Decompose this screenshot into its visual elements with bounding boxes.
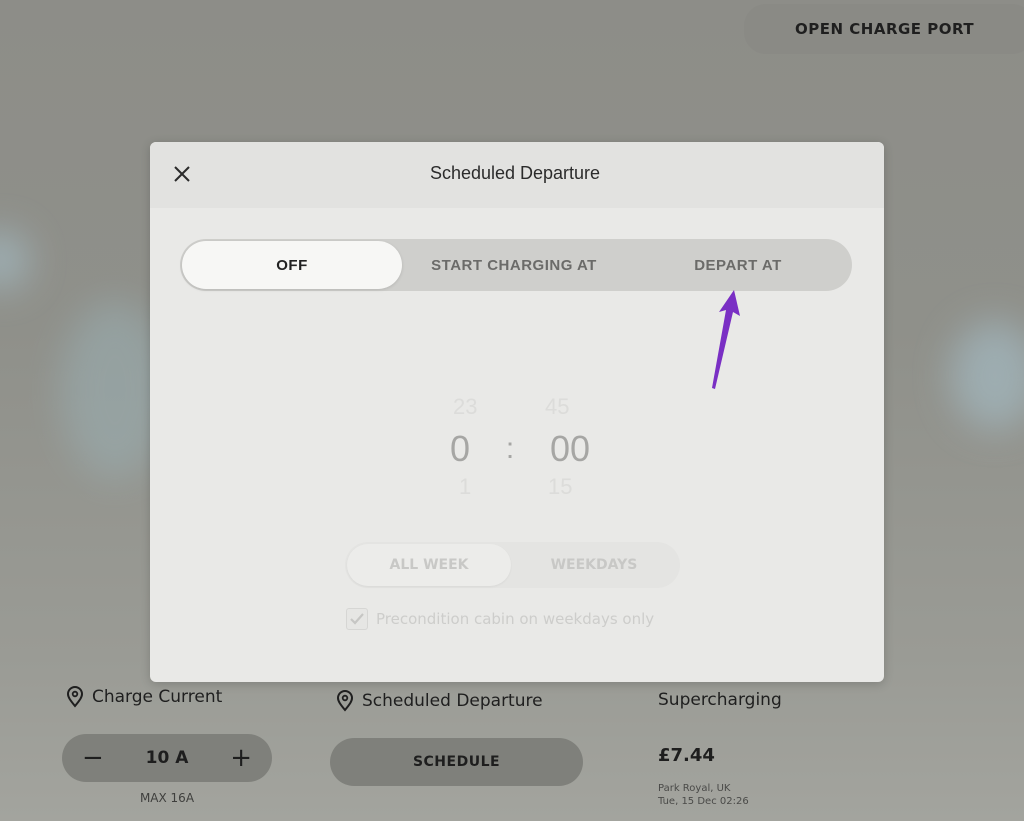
mode-option-off[interactable]: OFF <box>182 241 402 289</box>
max-current-label: MAX 16A <box>139 791 195 805</box>
precondition-label: Precondition cabin on weekdays only <box>376 610 655 628</box>
day-selector: ALL WEEK WEEKDAYS <box>345 542 680 588</box>
minute-value[interactable]: 00 <box>550 428 590 470</box>
modal-title: Scheduled Departure <box>429 163 601 183</box>
scheduled-departure-section: Scheduled Departure <box>336 690 543 712</box>
minute-next: 15 <box>548 474 573 499</box>
hour-next: 1 <box>459 474 472 499</box>
checkmark-icon <box>350 613 364 625</box>
open-charge-port-button[interactable]: OPEN CHARGE PORT <box>744 4 1024 54</box>
departure-mode-selector: OFF START CHARGING AT DEPART AT <box>180 239 852 291</box>
day-option-weekdays[interactable]: WEEKDAYS <box>511 544 677 586</box>
hour-value[interactable]: 0 <box>450 428 470 470</box>
supercharging-section: Supercharging <box>658 690 782 710</box>
location-pin-icon <box>66 686 84 708</box>
supercharging-details: Park Royal, UK Tue, 15 Dec 02:26 <box>658 782 749 808</box>
decrement-button[interactable]: − <box>82 745 104 771</box>
charge-current-value: 10 A <box>145 748 189 768</box>
time-picker: 0 : 00 <box>450 427 590 471</box>
charge-current-section: Charge Current <box>66 686 222 708</box>
schedule-button[interactable]: SCHEDULE <box>330 738 583 786</box>
minute-prev: 45 <box>545 394 570 419</box>
supercharging-location: Park Royal, UK <box>658 783 731 794</box>
supercharging-price: £7.44 <box>658 745 715 766</box>
precondition-option: Precondition cabin on weekdays only <box>346 608 654 630</box>
increment-button[interactable]: + <box>230 745 252 771</box>
mode-option-depart-at[interactable]: DEPART AT <box>626 241 850 289</box>
background-blur <box>950 320 1024 430</box>
day-option-all-week[interactable]: ALL WEEK <box>347 544 511 586</box>
mode-option-start-charging-at[interactable]: START CHARGING AT <box>402 241 626 289</box>
location-pin-icon <box>336 690 354 712</box>
time-separator: : <box>505 432 515 465</box>
background-blur <box>0 230 30 290</box>
scheduled-departure-title: Scheduled Departure <box>362 691 543 711</box>
supercharging-title: Supercharging <box>658 690 782 710</box>
scheduled-departure-modal: Scheduled Departure OFF START CHARGING A… <box>150 142 884 682</box>
supercharging-datetime: Tue, 15 Dec 02:26 <box>658 796 749 807</box>
precondition-checkbox[interactable] <box>346 608 368 630</box>
charge-current-title: Charge Current <box>92 687 223 707</box>
annotation-arrow-icon <box>712 290 740 389</box>
hour-prev: 23 <box>453 394 478 419</box>
charge-current-stepper: − 10 A + <box>62 734 272 782</box>
